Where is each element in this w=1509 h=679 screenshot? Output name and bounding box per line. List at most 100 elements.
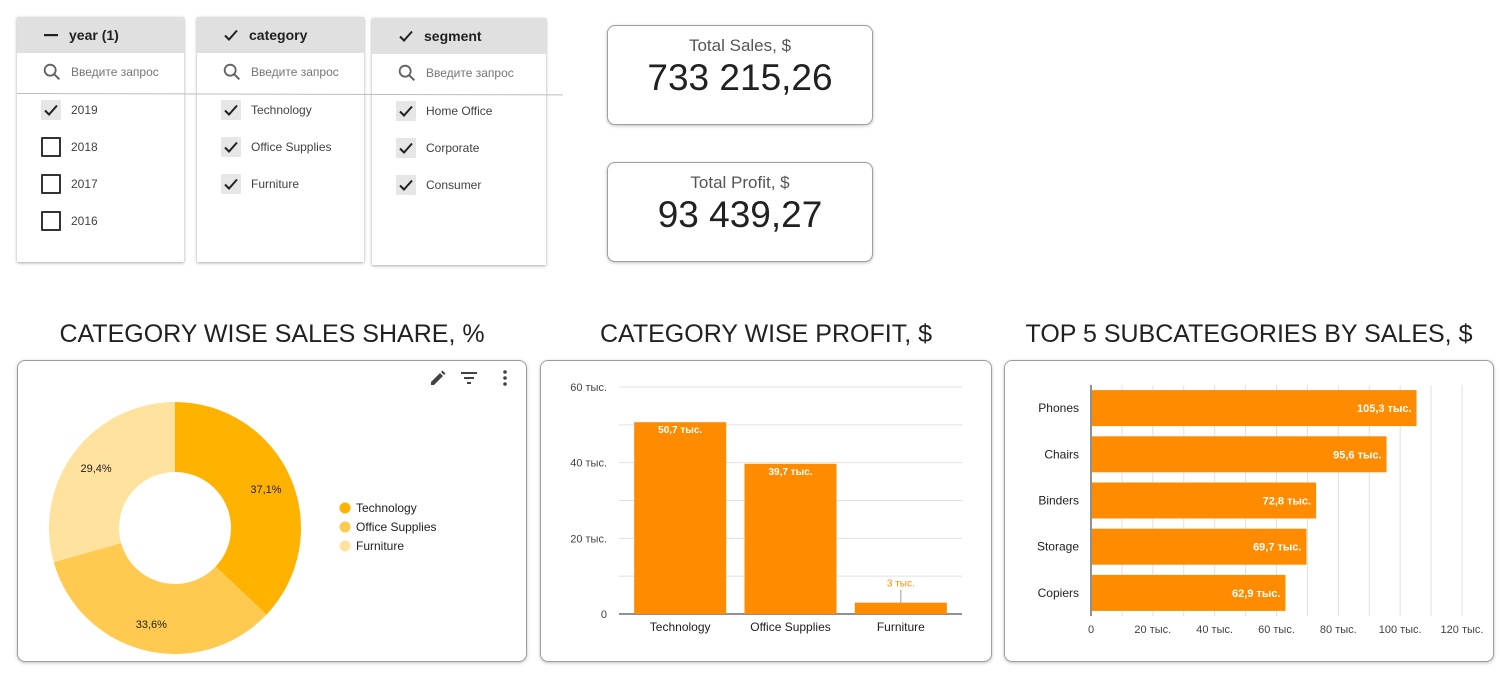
donut-chart-title: CATEGORY WISE SALES SHARE, % (59, 320, 485, 348)
total-profit-label: Total Profit, $ (690, 173, 790, 192)
slice-label: 33,6% (136, 619, 167, 631)
checkbox-checked-icon[interactable] (221, 99, 241, 120)
year-filter-panel: year (1) Введите запрос 2019 2018 2017 2… (17, 17, 184, 262)
indeterminate-icon[interactable] (42, 26, 60, 44)
total-sales-label: Total Sales, $ (688, 36, 792, 55)
x-tick-label: 20 тыс. (1134, 624, 1171, 636)
year-option-label: 2019 (71, 102, 98, 117)
segment-options-list: Home Office Corporate Consumer (372, 92, 546, 203)
x-tick-label: 100 тыс. (1379, 624, 1422, 636)
x-tick-label: Office Supplies (750, 620, 831, 634)
bar-value-label: 50,7 тыс. (658, 425, 702, 436)
category-filter-title: category (249, 27, 308, 43)
segment-option-label: Corporate (426, 140, 480, 155)
check-icon[interactable] (222, 26, 240, 44)
x-tick-label: 120 тыс. (1441, 624, 1484, 636)
year-option[interactable]: 2016 (17, 202, 184, 239)
more-vert-icon[interactable] (495, 368, 515, 388)
year-search-input[interactable]: Введите запрос (17, 53, 184, 91)
filter-icon[interactable] (459, 368, 479, 388)
search-icon (223, 63, 241, 81)
category-option-label: Technology (251, 102, 312, 117)
y-tick-label: Phones (1038, 401, 1079, 415)
y-tick-label: Binders (1038, 494, 1079, 508)
y-tick-label: 20 тыс. (570, 533, 607, 545)
checkbox-checked-icon[interactable] (41, 99, 61, 120)
category-option[interactable]: Technology (197, 91, 364, 128)
checkbox-checked-icon[interactable] (396, 137, 416, 158)
bar-value-label: 95,6 тыс. (1333, 449, 1381, 461)
bar-value-label: 39,7 тыс. (768, 467, 812, 478)
y-tick-label: Chairs (1044, 447, 1079, 461)
checkbox-checked-icon[interactable] (396, 100, 416, 121)
year-search-placeholder: Введите запрос (71, 65, 159, 79)
legend-swatch (339, 521, 351, 533)
y-tick-label: 40 тыс. (570, 458, 607, 470)
bar-value-label: 105,3 тыс. (1357, 403, 1412, 415)
x-tick-label: Technology (650, 620, 711, 634)
segment-filter-header[interactable]: segment (372, 18, 546, 54)
year-option[interactable]: 2017 (17, 165, 184, 202)
year-option-label: 2018 (71, 139, 98, 154)
category-option[interactable]: Office Supplies (197, 128, 364, 165)
category-option-label: Furniture (251, 176, 300, 191)
total-sales-card: Total Sales, $ 733 215,26 (607, 25, 873, 125)
year-option[interactable]: 2019 (17, 91, 184, 128)
checkbox-empty-icon[interactable] (41, 210, 61, 231)
top5-chart-title: TOP 5 SUBCATEGORIES BY SALES, $ (1025, 320, 1473, 348)
segment-search-placeholder: Введите запрос (426, 66, 514, 80)
y-tick-label: Storage (1037, 540, 1079, 554)
category-filter-panel: category Введите запрос Technology Offic… (197, 17, 364, 262)
checkbox-checked-icon[interactable] (221, 173, 241, 194)
check-icon[interactable] (397, 27, 415, 45)
year-option[interactable]: 2018 (17, 128, 184, 165)
legend-swatch (339, 540, 351, 552)
profit-bar-chart: 0 20 тыс. 40 тыс. 60 тыс. 50,7 тыс. Technolog… (570, 382, 962, 634)
year-option-label: 2017 (71, 176, 98, 191)
category-search-placeholder: Введите запрос (251, 65, 339, 79)
segment-option[interactable]: Corporate (372, 129, 546, 166)
total-profit-value: 93 439,27 (657, 194, 823, 235)
year-filter-header[interactable]: year (1) (17, 17, 184, 53)
segment-search-input[interactable]: Введите запрос (372, 54, 546, 92)
pencil-icon[interactable] (428, 368, 448, 388)
checkbox-checked-icon[interactable] (221, 136, 241, 157)
donut-chart-card: 37,1% 33,6% 29,4% Technology Office Supplie… (17, 360, 527, 662)
checkbox-empty-icon[interactable] (41, 173, 61, 194)
category-options-list: Technology Office Supplies Furniture (197, 91, 364, 202)
x-tick-label: Furniture (877, 620, 925, 634)
segment-option-label: Home Office (426, 103, 493, 118)
x-tick-label: 40 тыс. (1196, 624, 1233, 636)
checkbox-empty-icon[interactable] (41, 136, 61, 157)
year-option-label: 2016 (71, 213, 98, 228)
search-icon (398, 64, 416, 82)
bar-value-label: 72,8 тыс. (1263, 496, 1311, 508)
checkbox-checked-icon[interactable] (396, 174, 416, 195)
category-filter-header[interactable]: category (197, 17, 364, 53)
bar-value-label: 3 тыс. (887, 579, 915, 590)
category-search-input[interactable]: Введите запрос (197, 53, 364, 91)
bar-value-label: 69,7 тыс. (1253, 542, 1301, 554)
segment-filter-panel: segment Введите запрос Home Office Corpo… (372, 18, 546, 265)
y-tick-label: 60 тыс. (570, 382, 607, 394)
donut-slice[interactable] (48, 402, 175, 563)
search-icon (43, 63, 61, 81)
x-tick-label: 0 (1088, 624, 1094, 636)
segment-option[interactable]: Home Office (372, 92, 546, 129)
slice-label: 29,4% (80, 463, 111, 475)
x-tick-label: 80 тыс. (1320, 624, 1357, 636)
donut-chart: 37,1% 33,6% 29,4% Technology Office Supplie… (48, 368, 515, 654)
legend-label: Furniture (356, 539, 404, 553)
legend-label: Technology (356, 501, 417, 515)
y-tick-label: Copiers (1038, 586, 1079, 600)
profit-bar[interactable] (634, 422, 727, 614)
profit-chart-title: CATEGORY WISE PROFIT, $ (599, 320, 932, 348)
profit-bar[interactable] (744, 463, 837, 614)
legend-swatch (339, 502, 351, 514)
segment-option[interactable]: Consumer (372, 166, 546, 203)
category-option-label: Office Supplies (251, 139, 332, 154)
slice-label: 37,1% (250, 484, 281, 496)
x-tick-label: 60 тыс. (1258, 624, 1295, 636)
profit-bar[interactable] (854, 602, 947, 614)
category-option[interactable]: Furniture (197, 165, 364, 202)
